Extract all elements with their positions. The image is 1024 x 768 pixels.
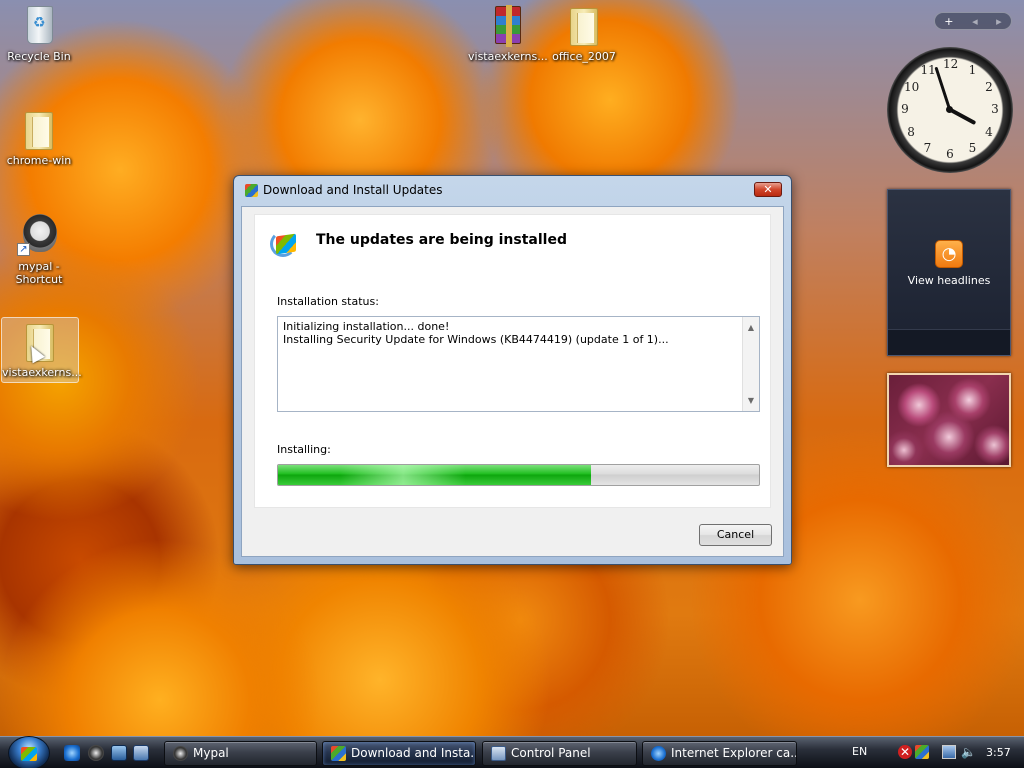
sidebar-next-button[interactable]: ▸ — [996, 15, 1002, 28]
rss-icon: ◔ — [935, 240, 963, 268]
clock-numeral: 3 — [991, 102, 999, 116]
sidebar-prev-button[interactable]: ◂ — [972, 15, 978, 28]
network-icon[interactable] — [942, 745, 956, 759]
folder-icon — [15, 106, 63, 152]
install-progress-bar — [277, 464, 760, 486]
clock-minute-hand — [933, 66, 951, 110]
status-line: Installing Security Update for Windows (… — [283, 333, 669, 346]
desktop-icon-mypal-shortcut[interactable]: ↗ mypal - Shortcut — [0, 212, 78, 286]
desktop-icon-recycle-bin[interactable]: Recycle Bin — [0, 2, 78, 63]
desktop-icon-office-2007[interactable]: office_2007 — [545, 2, 623, 63]
winrar-archive-icon — [483, 2, 531, 48]
add-gadget-button[interactable]: + — [944, 15, 953, 28]
feed-headlines-gadget[interactable]: ◔ View headlines — [887, 189, 1011, 356]
scroll-down-arrow-icon[interactable]: ▼ — [743, 394, 759, 407]
volume-muted-icon[interactable]: 🔈 — [961, 745, 976, 759]
taskbar-button-download-install-updates[interactable]: Download and Insta... — [322, 741, 476, 766]
control-panel-icon — [491, 746, 506, 761]
desktop-icon-vistaexkerns-archive[interactable]: vistaexkerns... — [468, 2, 548, 63]
windows-update-tray-icon[interactable] — [915, 745, 929, 759]
taskbar-button-label: Mypal — [193, 746, 229, 760]
folder-icon — [560, 2, 608, 48]
clock-numeral: 8 — [907, 124, 915, 139]
clock-hub — [946, 106, 953, 113]
scroll-up-arrow-icon[interactable]: ▲ — [743, 321, 759, 334]
tray-clock[interactable]: 3:57 — [986, 746, 1011, 759]
switch-windows-icon[interactable] — [133, 745, 149, 761]
internet-explorer-icon[interactable] — [64, 745, 80, 761]
clock-numeral: 9 — [901, 102, 909, 116]
recycle-bin-icon — [15, 2, 63, 48]
clock-numeral: 5 — [968, 140, 977, 155]
update-dialog: Download and Install Updates ✕ The updat… — [233, 175, 792, 565]
raccoon-app-icon[interactable] — [88, 745, 104, 761]
windows-update-icon — [245, 184, 258, 197]
dialog-title: Download and Install Updates — [263, 183, 443, 197]
clock-numeral: 11 — [920, 63, 936, 78]
dialog-heading: The updates are being installed — [316, 232, 567, 248]
installing-label: Installing: — [277, 443, 331, 456]
desktop-icon-chrome-win[interactable]: chrome-win — [0, 106, 78, 167]
taskbar-button-label: Download and Insta... — [351, 746, 476, 760]
clock-numeral: 1 — [968, 63, 977, 78]
slideshow-gadget[interactable] — [887, 373, 1011, 467]
dialog-content-pane: The updates are being installed Installa… — [254, 214, 771, 508]
clock-gadget[interactable]: 11 10 9 8 7 6 5 4 3 2 1 12 — [887, 47, 1013, 173]
raccoon-app-icon: ↗ — [15, 212, 63, 258]
desktop-icon-label: office_2007 — [552, 50, 616, 63]
desktop-icon-label: vistaexkerns... — [2, 366, 82, 379]
start-button[interactable] — [8, 736, 50, 768]
feed-gadget-footer — [888, 329, 1010, 355]
sidebar-controls: + ◂ ▸ — [934, 12, 1012, 30]
clock-numeral: 2 — [985, 79, 993, 94]
install-progress-fill — [278, 465, 591, 485]
language-indicator[interactable]: EN — [852, 745, 867, 758]
installation-status-log[interactable]: Initializing installation... done! Insta… — [277, 316, 760, 412]
desktop-icon-label: chrome-win — [6, 154, 72, 167]
windows-update-icon — [331, 746, 346, 761]
desktop-icon-label: vistaexkerns... — [468, 50, 548, 63]
show-desktop-icon[interactable] — [111, 745, 127, 761]
installation-status-label: Installation status: — [277, 295, 379, 308]
raccoon-app-icon — [173, 746, 188, 761]
dialog-client-area: The updates are being installed Installa… — [241, 206, 784, 557]
taskbar-button-internet-explorer[interactable]: Internet Explorer ca... — [642, 741, 797, 766]
status-log-scrollbar[interactable]: ▲ ▼ — [742, 317, 759, 411]
clock-numeral: 12 — [943, 57, 959, 71]
security-alert-icon[interactable]: ✕ — [898, 745, 912, 759]
clock-numeral: 6 — [946, 147, 954, 161]
taskbar-button-mypal[interactable]: Mypal — [164, 741, 317, 766]
taskbar-button-label: Control Panel — [511, 746, 591, 760]
clock-numeral: 4 — [985, 124, 993, 139]
clock-numeral: 7 — [923, 140, 932, 155]
close-button[interactable]: ✕ — [754, 182, 782, 197]
shortcut-arrow-icon: ↗ — [17, 243, 30, 256]
taskbar: Mypal Download and Insta... Control Pane… — [0, 736, 1024, 768]
feed-headlines-label: View headlines — [907, 274, 991, 287]
windows-logo-icon — [21, 747, 37, 761]
taskbar-button-control-panel[interactable]: Control Panel — [482, 741, 637, 766]
desktop-icon-label: Recycle Bin — [7, 50, 71, 63]
windows-update-icon — [270, 229, 300, 259]
status-line: Initializing installation... done! — [283, 320, 450, 333]
taskbar-button-label: Internet Explorer ca... — [671, 746, 797, 760]
internet-explorer-icon — [651, 746, 666, 761]
dialog-titlebar[interactable]: Download and Install Updates ✕ — [234, 176, 791, 204]
desktop-icon-label: mypal - Shortcut — [15, 260, 63, 286]
cancel-button[interactable]: Cancel — [699, 524, 772, 546]
clock-numeral: 10 — [904, 79, 920, 94]
